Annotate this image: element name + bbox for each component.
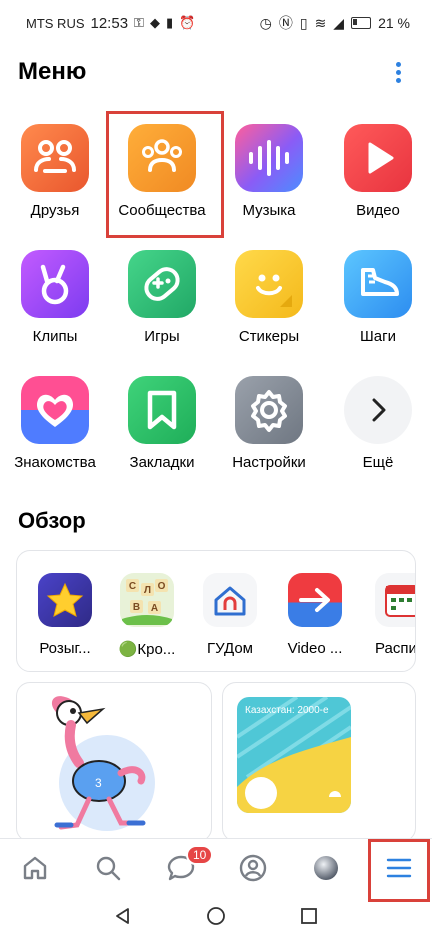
app-label: Шаги [360, 328, 396, 345]
video-icon [344, 124, 412, 192]
profile-icon [239, 854, 267, 882]
svg-text:А: А [151, 603, 158, 614]
overview-apps-row: Розыг... СЛО ВА 🟢Кро... ГУДом Video ... Р… [16, 550, 416, 672]
messages-badge: 10 [186, 845, 214, 865]
app-clips[interactable]: Клипы [5, 250, 105, 345]
arrow-right-icon [288, 573, 342, 627]
overview-item-label: Video ... [287, 640, 343, 657]
battery-percent: 21 % [378, 15, 410, 31]
tab-search[interactable] [91, 851, 125, 885]
svg-text:С: С [129, 581, 136, 592]
search-icon [96, 856, 121, 881]
app-more[interactable]: Ещё [328, 376, 428, 471]
tab-messages[interactable]: 10 [164, 845, 214, 885]
gear-icon [235, 376, 303, 444]
star-icon [38, 573, 92, 627]
alarm-icon: ⏰ [179, 15, 196, 30]
app-label: Стикеры [238, 328, 300, 345]
app-label: Настройки [232, 454, 306, 471]
app-video[interactable]: Видео [328, 124, 428, 219]
app-stickers[interactable]: Стикеры [219, 250, 319, 345]
tab-home[interactable] [18, 851, 52, 885]
svg-text:О: О [158, 581, 166, 592]
status-bar: MTS RUS 12:53 ⚿ ◆ ▮ ⏰ ◷ Ⓝ ▯ ≋ ◢ 21 % [0, 0, 432, 46]
svg-text:3: 3 [95, 776, 102, 790]
more-options-icon[interactable] [392, 62, 404, 86]
page-title: Меню [18, 58, 87, 85]
svg-text:В: В [133, 602, 140, 613]
smile-icon [235, 250, 303, 318]
nfc-icon: Ⓝ [278, 15, 293, 31]
speed-icon: ◷ [259, 14, 272, 31]
music-icon [235, 124, 303, 192]
bookmark-icon [128, 376, 196, 444]
overview-item[interactable]: ГУДом [190, 573, 270, 657]
wifi-icon: ≋ [314, 14, 327, 31]
carrier-label: MTS RUS [26, 15, 85, 31]
overview-item[interactable]: Video ... [275, 573, 355, 657]
signal-icon: ◢ [333, 14, 345, 31]
back-icon[interactable] [113, 906, 133, 931]
overview-item-label: ГУДом [207, 640, 253, 657]
app-label: Ещё [362, 454, 394, 471]
app-steps[interactable]: Шаги [328, 250, 428, 345]
clock: 12:53 [90, 14, 129, 32]
ostrich-illustration: 3 [51, 696, 155, 831]
sneaker-icon [344, 250, 412, 318]
highlight-box [106, 111, 224, 238]
overview-item[interactable]: Розыг... [25, 573, 105, 657]
overview-item-label: Распи [375, 640, 416, 657]
overview-item-label: Розыг... [39, 640, 91, 657]
chevron-right-icon [344, 376, 412, 444]
app-music[interactable]: Музыка [219, 124, 319, 219]
sim-icon: ▮ [165, 15, 174, 30]
heart-icon [21, 376, 89, 444]
promo-cover: Казахстан: 2000-е [237, 697, 351, 813]
svg-text:Л: Л [144, 585, 151, 596]
app-label: Музыка [242, 202, 296, 219]
app-dating[interactable]: Знакомства [5, 376, 105, 471]
app-friends[interactable]: Друзья [5, 124, 105, 219]
app-bookmarks[interactable]: Закладки [112, 376, 212, 471]
system-nav-bar [0, 898, 432, 933]
house-icon [203, 573, 257, 627]
recents-icon[interactable] [299, 906, 319, 931]
key-icon: ⚿ [134, 15, 144, 30]
overview-item-label: 🟢Кро... [118, 641, 176, 658]
highlight-box [368, 839, 430, 902]
overview-item[interactable]: Распи [363, 573, 416, 657]
chat-icon: ◆ [149, 15, 160, 30]
app-label: Игры [144, 328, 180, 345]
app-label: Клипы [32, 328, 78, 345]
app-label: Закладки [129, 454, 195, 471]
tab-avatar[interactable] [309, 851, 343, 885]
clips-icon [21, 250, 89, 318]
friends-icon [21, 124, 89, 192]
tab-profile[interactable] [236, 851, 270, 885]
app-settings[interactable]: Настройки [219, 376, 319, 471]
word-game-icon: СЛО ВА [120, 573, 174, 627]
calendar-icon [375, 573, 415, 627]
promo-cover-title: Казахстан: 2000-е [245, 705, 329, 716]
promo-card-kazakhstan[interactable]: Казахстан: 2000-е [222, 682, 416, 842]
avatar [314, 856, 338, 880]
app-label: Знакомства [14, 454, 96, 471]
app-label: Друзья [30, 202, 80, 219]
vibrate-icon: ▯ [299, 14, 308, 31]
gamepad-icon [128, 250, 196, 318]
overview-item[interactable]: СЛО ВА 🟢Кро... [107, 573, 187, 658]
app-label: Видео [356, 202, 400, 219]
battery-icon [351, 17, 372, 29]
home-icon [23, 856, 47, 880]
home-nav-icon[interactable] [206, 906, 226, 931]
promo-card-ostrich[interactable]: 3 [16, 682, 212, 842]
section-title-overview: Обзор [18, 508, 86, 533]
app-games[interactable]: Игры [112, 250, 212, 345]
